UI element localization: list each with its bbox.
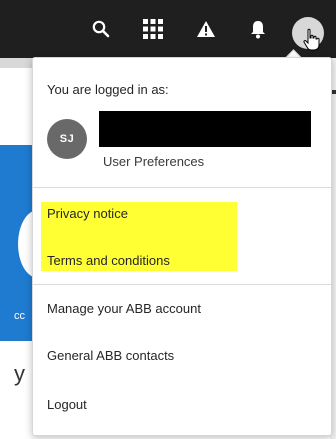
logout-link[interactable]: Logout (47, 397, 87, 412)
terms-and-conditions-link[interactable]: Terms and conditions (47, 253, 170, 268)
general-abb-contacts-link[interactable]: General ABB contacts (47, 348, 174, 363)
page-fragment-letter: y (14, 361, 25, 386)
logged-in-label: You are logged in as: (47, 82, 169, 97)
privacy-notice-link[interactable]: Privacy notice (47, 206, 128, 221)
warning-icon[interactable] (195, 18, 217, 40)
top-bar (0, 0, 336, 58)
menu-divider (33, 284, 331, 285)
page-fragment-text: cc (14, 310, 25, 322)
hand-cursor-icon (303, 28, 320, 51)
manage-abb-account-link[interactable]: Manage your ABB account (47, 301, 201, 316)
page-gray-bar (0, 58, 32, 68)
user-initials-avatar: SJ (47, 119, 87, 159)
menu-divider (33, 187, 331, 188)
user-preferences-link[interactable]: User Preferences (103, 154, 204, 169)
redacted-user-name (99, 111, 311, 147)
page-right-fragment (332, 90, 336, 94)
bell-icon[interactable] (247, 18, 269, 40)
apps-grid-icon[interactable] (142, 18, 164, 40)
user-menu-dropdown: You are logged in as: SJ User Preference… (32, 57, 332, 436)
search-icon[interactable] (90, 18, 112, 40)
